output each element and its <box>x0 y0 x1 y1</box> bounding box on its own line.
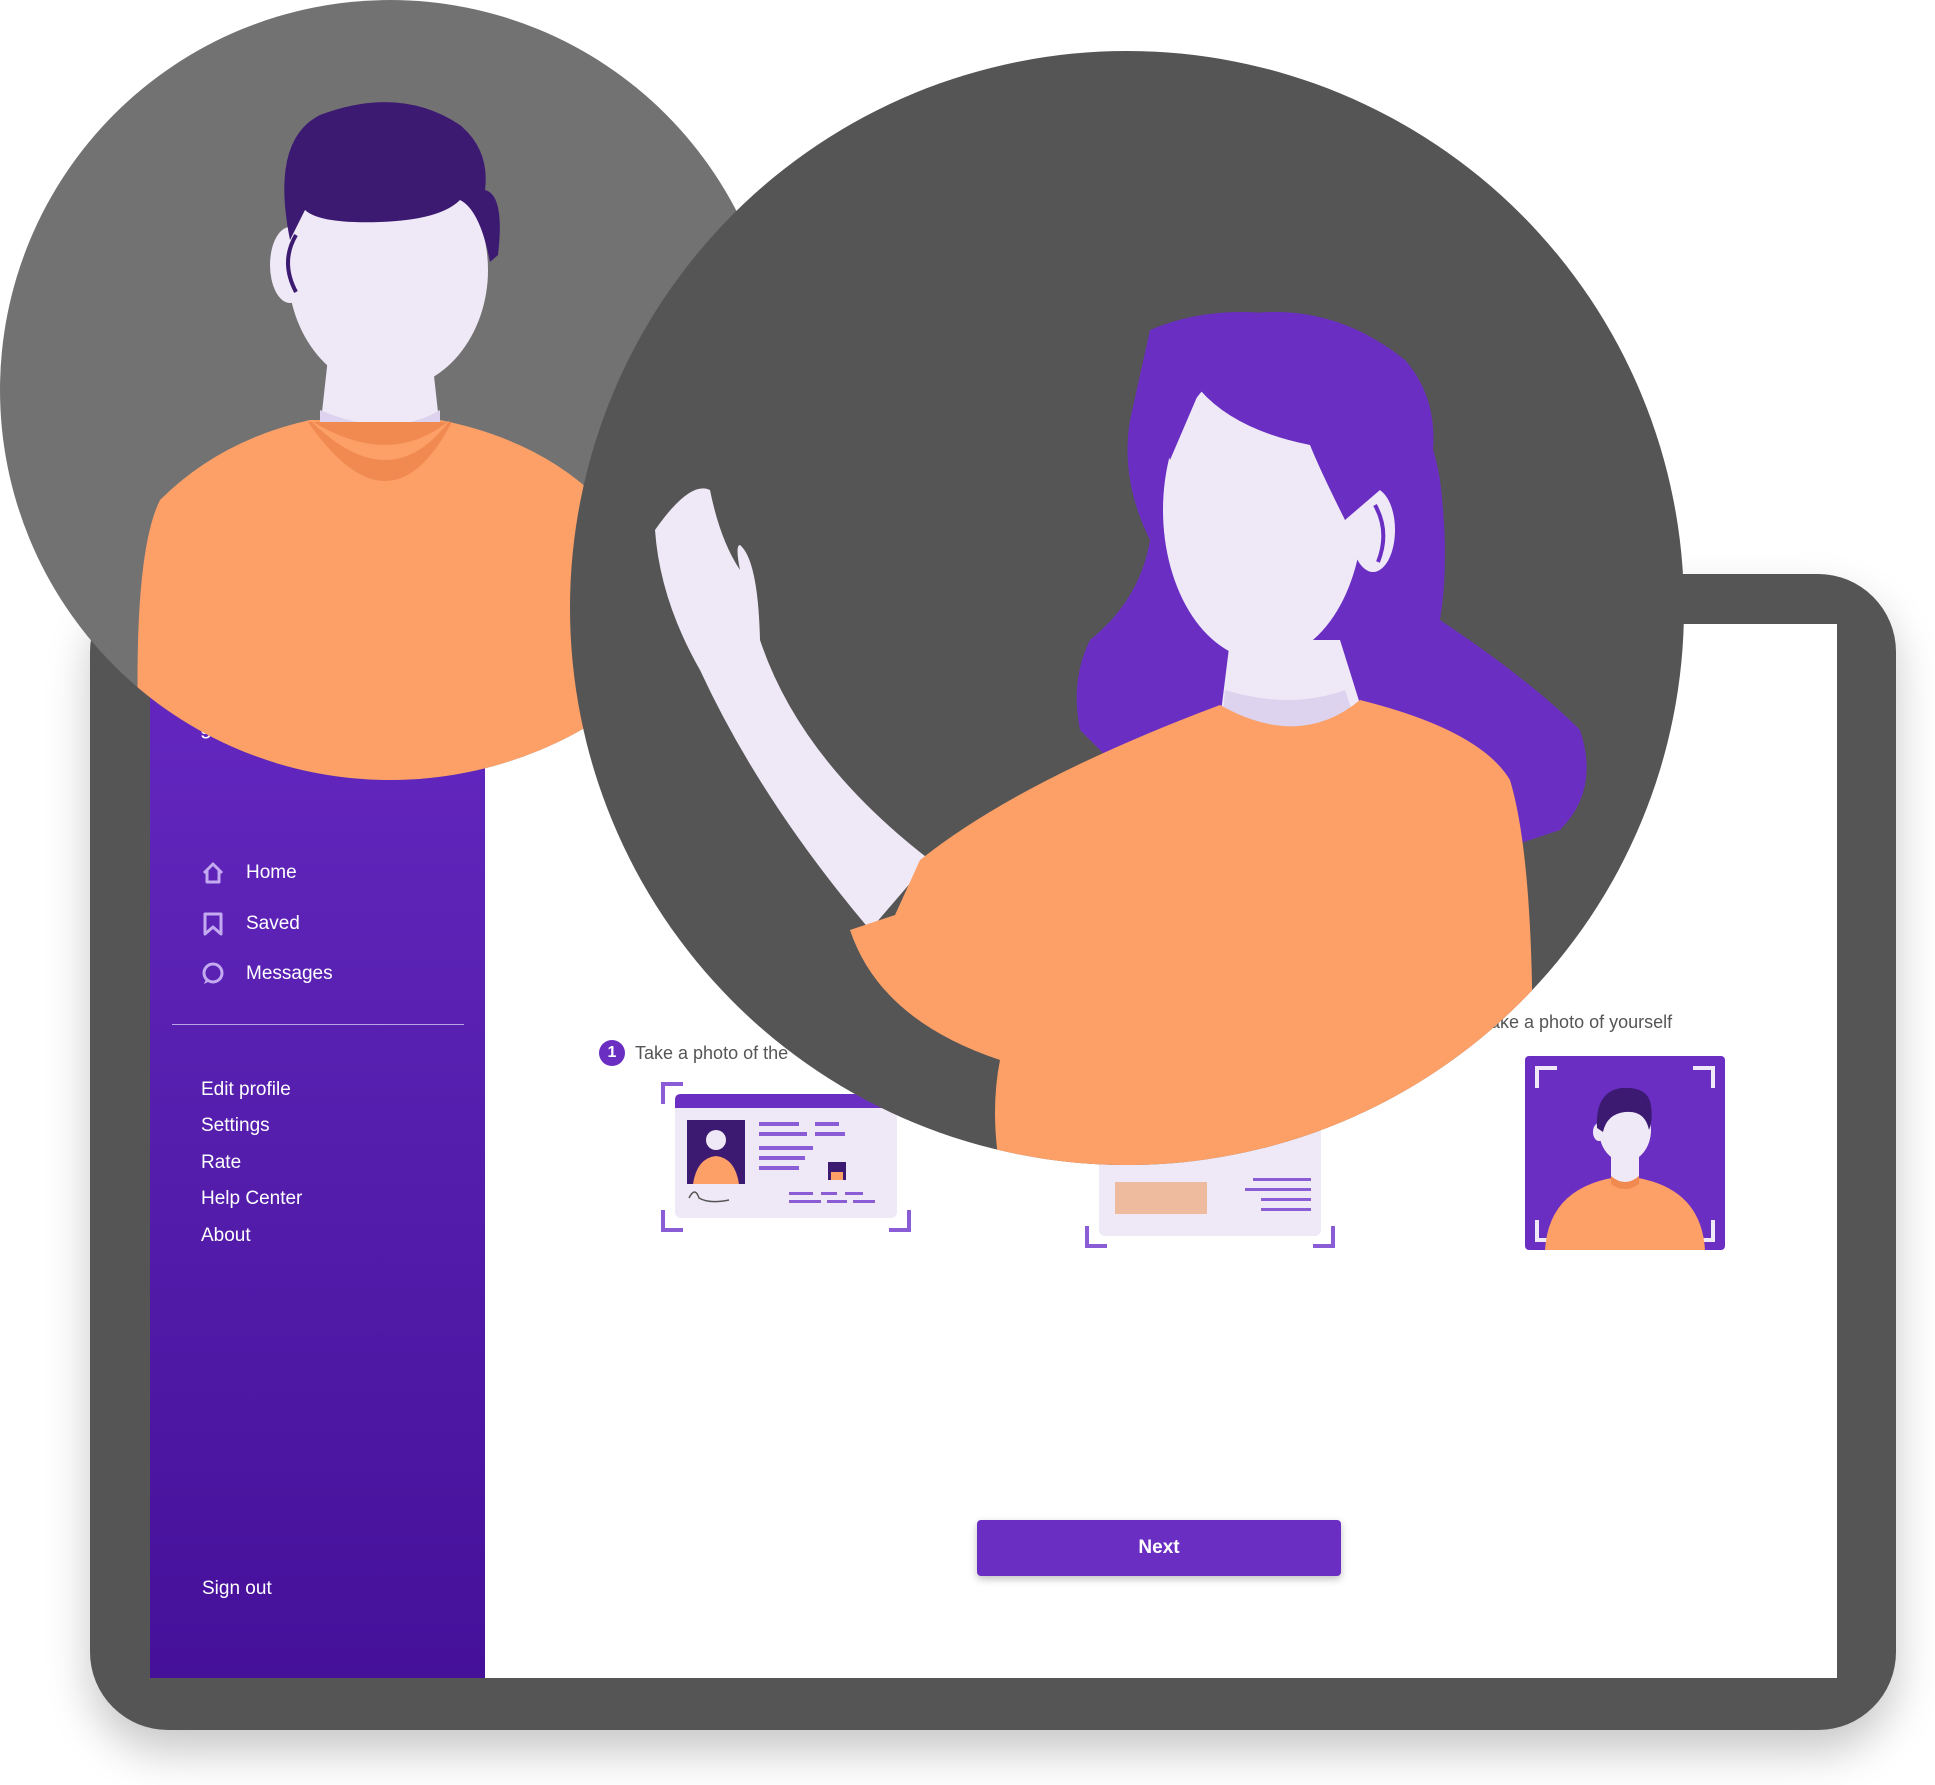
person-illustrations-overlay <box>0 0 1684 1165</box>
woman-avatar-illustration <box>570 51 1684 1165</box>
